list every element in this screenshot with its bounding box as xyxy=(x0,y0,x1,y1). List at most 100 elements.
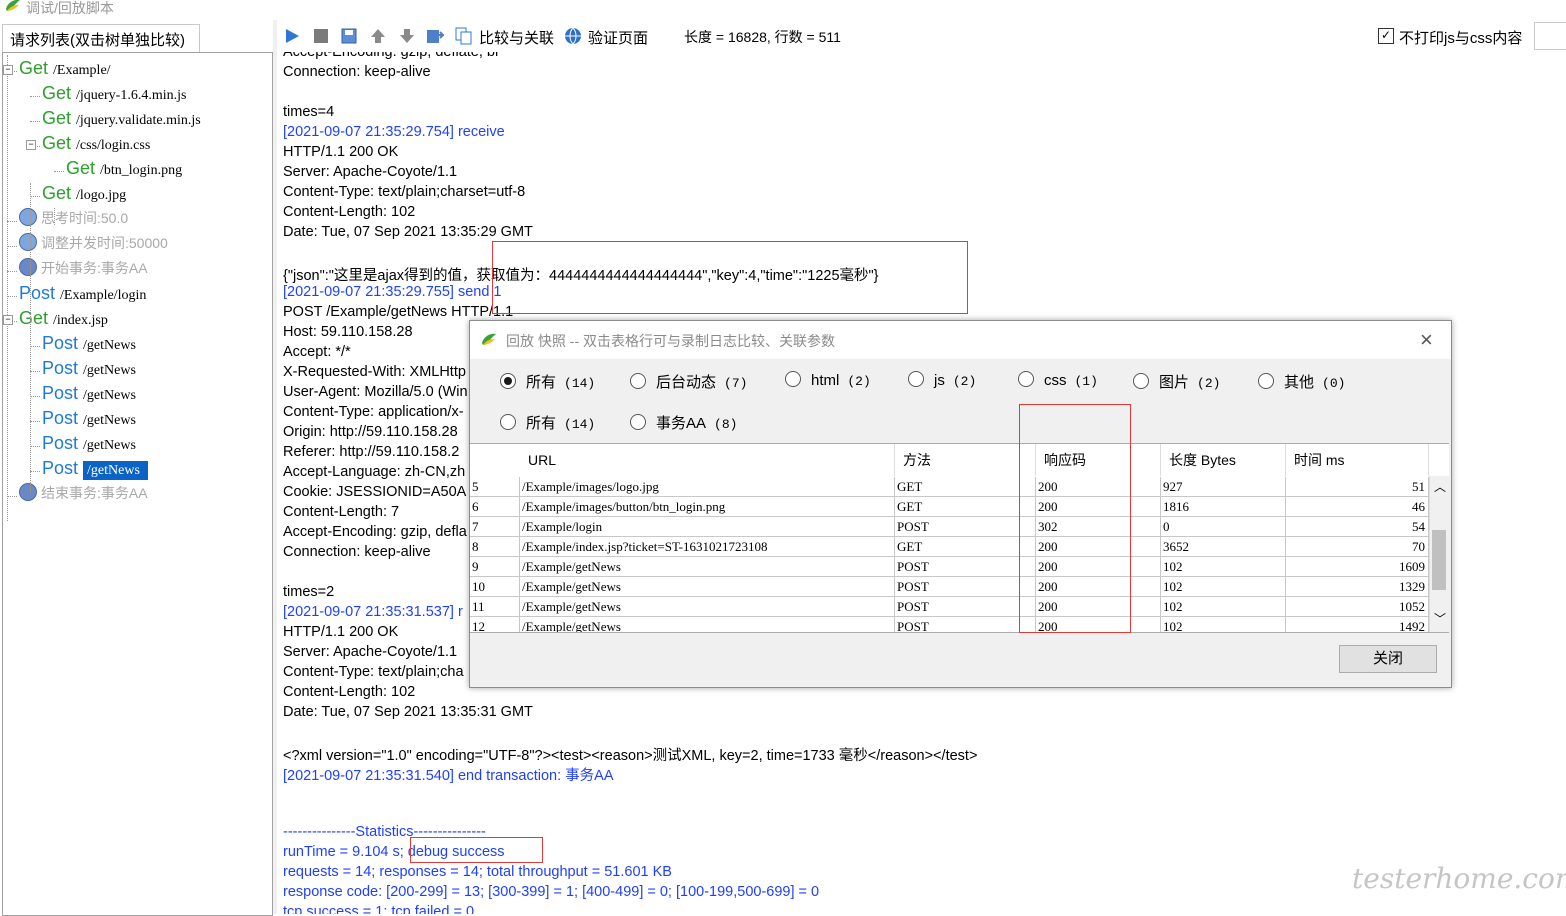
table-cell[interactable]: POST xyxy=(895,577,1036,597)
tree-item[interactable]: Post/Example/login xyxy=(19,283,146,307)
table-cell[interactable]: 1816 xyxy=(1161,497,1286,517)
radio-circle[interactable] xyxy=(785,371,801,387)
verify-page-button[interactable]: 验证页面 xyxy=(588,27,648,48)
save-log-icon[interactable] xyxy=(340,27,358,45)
request-tree[interactable]: Get/Example/Get/jquery-1.6.4.min.js Get/j… xyxy=(2,52,273,916)
table-cell[interactable]: /Example/getNews xyxy=(520,617,895,632)
filter-radio[interactable]: 事务AA (8) xyxy=(630,412,737,432)
scrollbar-thumb[interactable] xyxy=(1432,530,1446,590)
table-cell[interactable]: 1609 xyxy=(1286,557,1429,577)
table-cell[interactable]: /Example/login xyxy=(520,517,895,537)
arrow-down-icon[interactable] xyxy=(398,27,416,45)
table-cell[interactable]: 8 xyxy=(470,537,520,557)
table-header[interactable]: 时间 ms xyxy=(1286,444,1429,476)
filter-radio[interactable]: 所有 (14) xyxy=(500,412,595,432)
table-cell[interactable]: /Example/getNews xyxy=(520,577,895,597)
table-cell[interactable]: 70 xyxy=(1286,537,1429,557)
filter-radio[interactable]: 后台动态 (7) xyxy=(630,371,747,391)
table-cell[interactable]: 11 xyxy=(470,597,520,617)
tree-item[interactable]: Get/btn_login.png xyxy=(66,158,182,182)
tree-item[interactable]: Get/Example/ xyxy=(19,58,111,82)
tree-collapse-icon[interactable]: − xyxy=(3,65,13,75)
radio-circle[interactable] xyxy=(908,371,924,387)
tree-item-special[interactable]: 结束事务:事务AA xyxy=(19,483,148,507)
table-cell[interactable]: GET xyxy=(895,497,1036,517)
table-header[interactable]: URL xyxy=(520,444,895,476)
tree-item-special[interactable]: 开始事务:事务AA xyxy=(19,258,148,282)
close-icon[interactable]: × xyxy=(1420,327,1433,353)
table-cell[interactable]: /Example/getNews xyxy=(520,557,895,577)
table-cell[interactable]: POST xyxy=(895,597,1036,617)
compare-button[interactable]: 比较与关联 xyxy=(479,27,554,48)
table-cell[interactable]: 6 xyxy=(470,497,520,517)
radio-circle[interactable] xyxy=(1018,371,1034,387)
tree-item[interactable]: Post/getNews xyxy=(42,333,136,357)
table-cell[interactable]: 927 xyxy=(1161,477,1286,497)
tree-item[interactable]: Post/getNews xyxy=(42,433,136,457)
search-input[interactable] xyxy=(1534,22,1566,50)
tree-item[interactable]: Get/logo.jpg xyxy=(42,183,126,207)
table-cell[interactable]: 54 xyxy=(1286,517,1429,537)
tree-collapse-icon[interactable]: − xyxy=(26,140,36,150)
chevron-down-icon[interactable]: ﹀ xyxy=(1434,610,1446,627)
table-cell[interactable]: GET xyxy=(895,537,1036,557)
table-header[interactable]: 长度 Bytes xyxy=(1161,444,1286,476)
filter-radio[interactable]: 所有 (14) xyxy=(500,371,595,391)
tree-item[interactable]: Post/getNews xyxy=(42,358,136,382)
filter-radio[interactable]: 其他 (0) xyxy=(1258,371,1345,391)
tree-item[interactable]: Get/index.jsp xyxy=(19,308,108,332)
table-cell[interactable]: 102 xyxy=(1161,617,1286,632)
export-icon[interactable] xyxy=(426,27,444,45)
table-cell[interactable]: /Example/images/button/btn_login.png xyxy=(520,497,895,517)
tree-item[interactable]: Get/css/login.css xyxy=(42,133,150,157)
table-cell[interactable]: 46 xyxy=(1286,497,1429,517)
table-cell[interactable]: 1492 xyxy=(1286,617,1429,632)
table-cell[interactable]: POST xyxy=(895,557,1036,577)
radio-circle[interactable] xyxy=(630,414,646,430)
no-print-checkbox[interactable]: ✓ xyxy=(1378,28,1394,44)
table-cell[interactable]: 5 xyxy=(470,477,520,497)
tree-item[interactable]: Post/getNews xyxy=(42,408,136,432)
table-cell[interactable]: /Example/getNews xyxy=(520,597,895,617)
compare-icon[interactable] xyxy=(455,27,473,45)
table-cell[interactable]: POST xyxy=(895,517,1036,537)
tree-item[interactable]: Post/getNews xyxy=(42,458,148,482)
filter-radio[interactable]: 图片 (2) xyxy=(1133,371,1220,391)
radio-circle[interactable] xyxy=(630,373,646,389)
table-header-index[interactable] xyxy=(470,444,521,476)
table-cell[interactable]: 102 xyxy=(1161,557,1286,577)
table-cell[interactable]: 12 xyxy=(470,617,520,632)
radio-circle[interactable] xyxy=(500,414,516,430)
table-cell[interactable]: 0 xyxy=(1161,517,1286,537)
tree-item-special[interactable]: 调整并发时间:50000 xyxy=(19,233,168,257)
table-cell[interactable]: 3652 xyxy=(1161,537,1286,557)
radio-circle[interactable] xyxy=(1258,373,1274,389)
filter-radio[interactable]: html (2) xyxy=(785,371,871,391)
snapshot-table[interactable]: ︿ ﹀ URL 方法 响应码 长度 Bytes 时间 ms 5/Example/image… xyxy=(470,443,1449,633)
table-cell[interactable]: 1052 xyxy=(1286,597,1429,617)
tree-item[interactable]: Get/jquery-1.6.4.min.js xyxy=(42,83,186,107)
stop-icon[interactable] xyxy=(312,27,330,45)
table-cell[interactable]: GET xyxy=(895,477,1036,497)
chevron-up-icon[interactable]: ︿ xyxy=(1434,478,1446,495)
filter-radio[interactable]: css (1) xyxy=(1018,371,1098,391)
panel-splitter[interactable] xyxy=(273,20,277,914)
filter-radio[interactable]: js (2) xyxy=(908,371,976,391)
table-cell[interactable]: 51 xyxy=(1286,477,1429,497)
radio-circle[interactable] xyxy=(1133,373,1149,389)
arrow-up-icon[interactable] xyxy=(369,27,387,45)
tree-item-special[interactable]: 思考时间:50.0 xyxy=(19,208,128,232)
table-cell[interactable]: /Example/images/logo.jpg xyxy=(520,477,895,497)
globe-icon[interactable] xyxy=(564,27,582,45)
play-icon[interactable] xyxy=(283,27,301,45)
table-cell[interactable]: /Example/index.jsp?ticket=ST-16310217231… xyxy=(520,537,895,557)
table-cell[interactable]: POST xyxy=(895,617,1036,632)
table-cell[interactable]: 102 xyxy=(1161,597,1286,617)
radio-circle[interactable] xyxy=(500,373,516,389)
table-header[interactable]: 方法 xyxy=(895,444,1036,476)
tree-item[interactable]: Post/getNews xyxy=(42,383,136,407)
table-cell[interactable]: 102 xyxy=(1161,577,1286,597)
close-button[interactable]: 关闭 xyxy=(1339,645,1437,673)
table-cell[interactable]: 1329 xyxy=(1286,577,1429,597)
tree-collapse-icon[interactable]: − xyxy=(3,315,13,325)
